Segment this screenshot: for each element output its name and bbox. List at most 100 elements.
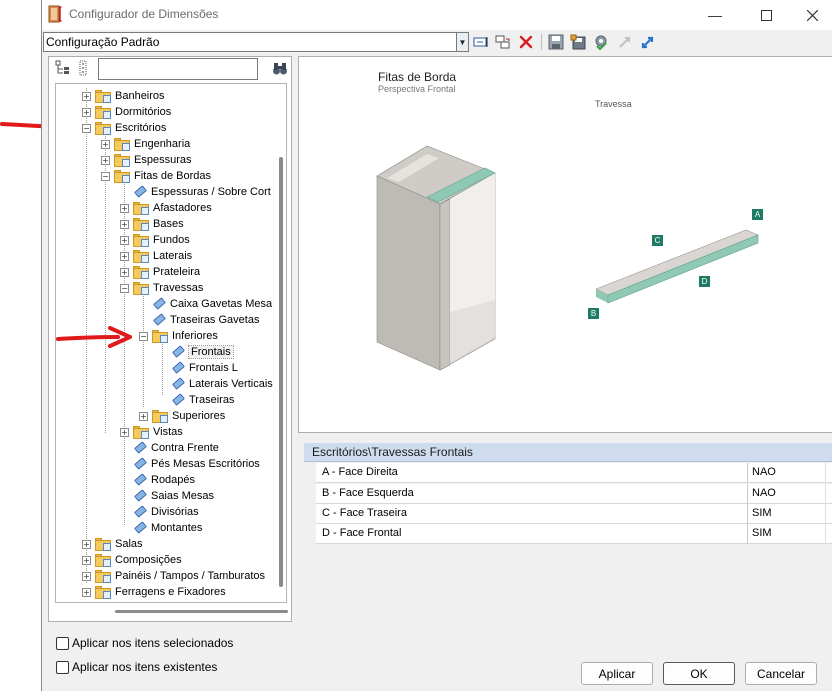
face-marker-c: C <box>652 235 663 246</box>
collapse-icon[interactable]: − <box>139 331 148 341</box>
expand-icon[interactable]: + <box>120 219 129 229</box>
tree-leaf-frontais[interactable]: Frontais <box>171 344 234 360</box>
title-bar: Configurador de Dimensões — <box>42 0 832 30</box>
collapse-icon[interactable]: − <box>101 171 110 181</box>
tree-node-engenharia[interactable]: + Engenharia <box>101 136 190 152</box>
copy-config-icon <box>495 35 510 49</box>
expand-icon[interactable]: + <box>82 555 91 565</box>
cancel-button[interactable]: Cancelar <box>745 662 817 685</box>
tree-leaf-traseiras[interactable]: Traseiras <box>171 392 234 408</box>
tree-node-espessuras[interactable]: + Espessuras <box>101 152 191 168</box>
tree-leaf-traseiras-gavetas[interactable]: Traseiras Gavetas <box>152 312 259 328</box>
preview-panel: Fitas de Borda Perspectiva Frontal Trave… <box>298 56 832 433</box>
expand-icon[interactable]: + <box>120 203 129 213</box>
tree-node-dormitorios[interactable]: + Dormitórios <box>82 104 171 120</box>
apply-existing-checkbox[interactable] <box>56 661 69 674</box>
copy-config-button[interactable] <box>494 33 512 51</box>
expand-icon[interactable]: + <box>82 91 91 101</box>
collapse-icon[interactable]: − <box>82 123 91 133</box>
collapse-icon[interactable]: − <box>120 283 129 293</box>
rename-icon <box>473 37 488 47</box>
toolbar-separator <box>541 34 542 50</box>
property-row: D - Face Frontal SIM ∨ <box>316 524 832 544</box>
save-button[interactable] <box>547 33 565 51</box>
tree-node-escritorios[interactable]: − Escritórios <box>82 120 166 136</box>
tree-leaf-contra-frente[interactable]: Contra Frente <box>133 440 219 456</box>
collapse-all-button[interactable] <box>616 33 634 51</box>
tree-node-fundos[interactable]: + Fundos <box>120 232 190 248</box>
apply-selected-checkbox[interactable] <box>56 637 69 650</box>
tree-leaf-pes-mesas-escritorios[interactable]: Pés Mesas Escritórios <box>133 456 260 472</box>
collapse-icon <box>619 37 630 48</box>
save-as-button[interactable] <box>569 33 587 51</box>
apply-button[interactable]: Aplicar <box>581 662 653 685</box>
tree-expand-button[interactable] <box>76 59 94 77</box>
save-icon <box>548 34 564 50</box>
find-button[interactable] <box>271 60 289 78</box>
tree-node-laterais[interactable]: + Laterais <box>120 248 192 264</box>
property-value-select[interactable]: NAO <box>747 484 814 504</box>
property-value-select[interactable]: SIM <box>747 504 814 524</box>
expand-icon[interactable]: + <box>82 107 91 117</box>
annotation-arrow-inferiores <box>56 326 132 348</box>
minimize-button[interactable]: — <box>692 0 738 30</box>
tree-node-banheiros[interactable]: + Banheiros <box>82 88 165 104</box>
folder-open-icon <box>114 169 130 183</box>
property-value-select[interactable]: NAO <box>747 463 814 483</box>
tree-leaf-montantes[interactable]: Montantes <box>133 520 202 536</box>
tree-node-afastadores[interactable]: + Afastadores <box>120 200 212 216</box>
tag-icon <box>133 489 147 503</box>
expand-icon[interactable]: + <box>120 251 129 261</box>
expand-icon[interactable]: + <box>120 235 129 245</box>
configuration-select[interactable]: Configuração Padrão <box>43 32 469 52</box>
folder-icon <box>95 537 111 551</box>
expand-icon[interactable]: + <box>101 139 110 149</box>
expand-icon[interactable]: + <box>82 539 91 549</box>
tree-node-vistas[interactable]: + Vistas <box>120 424 183 440</box>
expand-icon[interactable]: + <box>101 155 110 165</box>
tree-leaf-frontais-l[interactable]: Frontais L <box>171 360 238 376</box>
tree-node-composicoes[interactable]: + Composições <box>82 552 182 568</box>
expand-icon[interactable]: + <box>82 587 91 597</box>
tree-leaf-saias-mesas[interactable]: Saias Mesas <box>133 488 214 504</box>
expand-icon[interactable]: + <box>120 427 129 437</box>
tree-vertical-scrollbar[interactable] <box>279 157 283 587</box>
delete-button[interactable] <box>517 33 535 51</box>
travessa-illustration <box>595 229 759 304</box>
property-value-select[interactable]: SIM <box>747 524 814 544</box>
tree-leaf-espessuras-sobre-corte[interactable]: Espessuras / Sobre Cort <box>133 184 271 200</box>
close-button[interactable] <box>789 0 832 30</box>
expand-icon[interactable]: + <box>120 267 129 277</box>
configuration-dropdown-button[interactable]: ▼ <box>456 33 468 51</box>
folder-icon <box>152 409 168 423</box>
expand-icon[interactable]: + <box>82 571 91 581</box>
tree-node-inferiores[interactable]: − Inferiores <box>139 328 218 344</box>
ok-button[interactable]: OK <box>663 662 735 685</box>
maximize-button[interactable] <box>743 0 789 30</box>
tree-node-paineis-tampos-tamburatos[interactable]: + Painéis / Tampos / Tamburatos <box>82 568 265 584</box>
tree-node-salas[interactable]: + Salas <box>82 536 143 552</box>
tree-node-prateleira[interactable]: + Prateleira <box>120 264 200 280</box>
tree-leaf-laterais-verticais[interactable]: Laterais Verticais <box>171 376 273 392</box>
minimize-icon: — <box>708 7 722 23</box>
tree-node-fitas-de-bordas[interactable]: − Fitas de Bordas <box>101 168 211 184</box>
tree-node-bases[interactable]: + Bases <box>120 216 184 232</box>
apply-selected-label: Aplicar nos itens selecionados <box>72 636 234 650</box>
settings-check-button[interactable] <box>592 33 610 51</box>
tag-icon <box>133 441 147 455</box>
tag-icon <box>133 521 147 535</box>
tree-collapse-button[interactable] <box>54 59 72 77</box>
tree-horizontal-scrollbar[interactable] <box>115 610 288 613</box>
tree-leaf-rodapes[interactable]: Rodapés <box>133 472 195 488</box>
rename-button[interactable] <box>472 33 490 51</box>
expand-icon[interactable]: + <box>139 411 148 421</box>
tree-node-ferragens-e-fixadores[interactable]: + Ferragens e Fixadores <box>82 584 226 600</box>
tree-node-superiores[interactable]: + Superiores <box>139 408 225 424</box>
expand-icon <box>641 36 654 49</box>
tree-leaf-divisorias[interactable]: Divisórias <box>133 504 199 520</box>
folder-open-icon <box>95 121 111 135</box>
tree-node-travessas[interactable]: − Travessas <box>120 280 203 296</box>
tree-leaf-caixa-gavetas-mesa[interactable]: Caixa Gavetas Mesa <box>152 296 272 312</box>
expand-all-button[interactable] <box>639 33 657 51</box>
tree-search-input[interactable] <box>98 58 258 80</box>
